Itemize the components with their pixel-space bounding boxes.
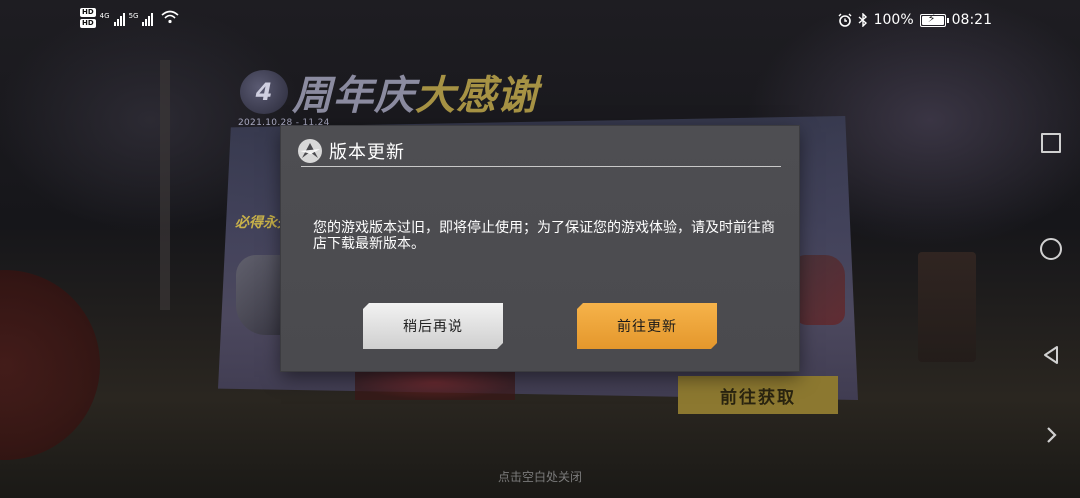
dialog-divider xyxy=(301,166,781,167)
dialog-message: 您的游戏版本过旧，即将停止使用；为了保证您的游戏体验，请及时前往商店下载最新版本… xyxy=(313,220,775,252)
version-update-dialog: 版本更新 您的游戏版本过旧，即将停止使用；为了保证您的游戏体验，请及时前往商店下… xyxy=(281,126,799,371)
hd-badge: HD xyxy=(80,8,96,17)
update-button[interactable]: 前往更新 xyxy=(577,303,717,349)
later-button[interactable]: 稍后再说 xyxy=(363,303,503,349)
go-get-button[interactable]: 前往获取 xyxy=(678,376,838,414)
back-triangle-icon xyxy=(1044,346,1058,364)
dialog-title: 版本更新 xyxy=(329,142,405,163)
back-button[interactable] xyxy=(1036,340,1066,370)
status-bar: HD HD 4G 5G 100% ⚡ 08:21 xyxy=(0,0,1000,44)
event-title: 4 周年庆大感谢 xyxy=(240,64,538,120)
system-nav-bar xyxy=(1022,0,1080,498)
battery-charging-icon: ⚡ xyxy=(919,12,949,27)
signal-icon xyxy=(113,12,125,26)
event-title-part1: 周年庆 xyxy=(292,73,415,119)
game-logo-icon xyxy=(298,139,322,163)
hd-badge: HD xyxy=(80,19,96,28)
clock-time: 08:21 xyxy=(951,12,992,28)
signal-icon-2 xyxy=(142,12,154,26)
wifi-icon xyxy=(161,10,179,24)
paper-umbrella-decoration xyxy=(0,270,100,460)
signal-pole-decoration xyxy=(160,60,170,310)
dialog-header: 版本更新 xyxy=(297,138,405,164)
network-type: 4G xyxy=(99,12,110,20)
car-image-right xyxy=(795,255,845,325)
stone-lantern-decoration xyxy=(918,252,976,362)
expand-arrow-icon xyxy=(1047,427,1057,443)
recents-square-icon xyxy=(1041,133,1061,153)
recents-button[interactable] xyxy=(1036,128,1066,158)
bluetooth-icon xyxy=(858,13,867,27)
alarm-icon xyxy=(838,13,852,27)
home-button[interactable] xyxy=(1036,234,1066,264)
home-circle-icon xyxy=(1040,238,1062,260)
event-title-part2: 大感谢 xyxy=(415,73,538,119)
anniversary-logo: 4 xyxy=(240,70,288,114)
expand-button[interactable] xyxy=(1036,420,1066,450)
network-type-2: 5G xyxy=(128,12,139,20)
battery-percent: 100% xyxy=(873,12,914,28)
close-hint[interactable]: 点击空白处关闭 xyxy=(0,468,1080,485)
